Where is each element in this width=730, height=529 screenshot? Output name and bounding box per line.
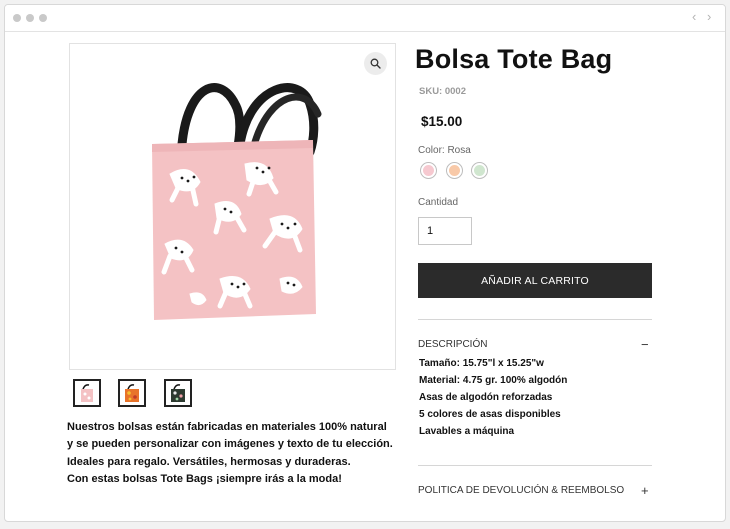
forward-arrow-icon[interactable]: › <box>707 10 711 24</box>
magnifier-icon <box>370 58 381 69</box>
orange-tote-thumbnail[interactable] <box>118 379 146 407</box>
back-arrow-icon[interactable]: ‹ <box>692 10 696 24</box>
accordion-return-policy-title[interactable]: POLITICA DE DEVOLUCIÓN & REEMBOLSO <box>418 485 624 496</box>
green-tote-thumbnail[interactable] <box>164 379 192 407</box>
pink-tote-thumbnail[interactable] <box>73 379 101 407</box>
add-to-cart-button[interactable]: AÑADIR AL CARRITO <box>418 263 652 298</box>
window-dot-icon <box>39 14 47 22</box>
quantity-label: Cantidad <box>418 197 459 208</box>
product-specs: Tamaño: 15.75"l x 15.25"w Material: 4.75… <box>419 355 567 440</box>
accordion-description-title[interactable]: DESCRIPCIÓN <box>418 339 487 350</box>
spec-line: 5 colores de asas disponibles <box>419 409 561 420</box>
orange-tote-thumb-icon <box>125 384 139 402</box>
product-price: $15.00 <box>421 114 463 129</box>
collapse-icon[interactable]: − <box>641 338 649 351</box>
color-swatch-verde[interactable] <box>471 162 488 179</box>
browser-titlebar: ‹ › <box>5 5 725 32</box>
description-line: Nuestros bolsas están fabricadas en mate… <box>67 421 387 433</box>
accordion-divider <box>418 319 652 320</box>
product-sku: SKU: 0002 <box>419 86 466 97</box>
color-swatch-rosa[interactable] <box>420 162 437 179</box>
accordion-divider <box>418 465 652 466</box>
expand-icon[interactable]: + <box>641 484 649 497</box>
description-line: Con estas bolsas Tote Bags ¡siempre irás… <box>67 473 342 486</box>
description-line: Ideales para regalo. Versátiles, hermosa… <box>67 455 351 468</box>
window-dot-icon <box>26 14 34 22</box>
tote-bag-illustration <box>152 83 322 320</box>
window-dot-icon <box>13 14 21 22</box>
spec-line: Lavables a máquina <box>419 426 515 437</box>
color-label: Color: Rosa <box>418 145 471 156</box>
spec-line: Asas de algodón reforzadas <box>419 392 553 403</box>
quantity-input[interactable]: 1 <box>418 217 472 245</box>
product-title: Bolsa Tote Bag <box>415 44 613 74</box>
product-long-description: Nuestros bolsas están fabricadas en mate… <box>67 419 397 489</box>
zoom-button[interactable] <box>364 52 387 75</box>
product-main-image[interactable] <box>69 43 396 370</box>
pink-tote-thumb-icon <box>81 384 93 402</box>
color-swatch-durazno[interactable] <box>446 162 463 179</box>
green-tote-thumb-icon <box>171 384 185 402</box>
spec-line: Tamaño: 15.75"l x 15.25"w <box>419 358 544 369</box>
description-line: y se pueden personalizar con imágenes y … <box>67 438 393 451</box>
quantity-value: 1 <box>427 225 434 237</box>
spec-line: Material: 4.75 gr. 100% algodón <box>419 375 568 386</box>
